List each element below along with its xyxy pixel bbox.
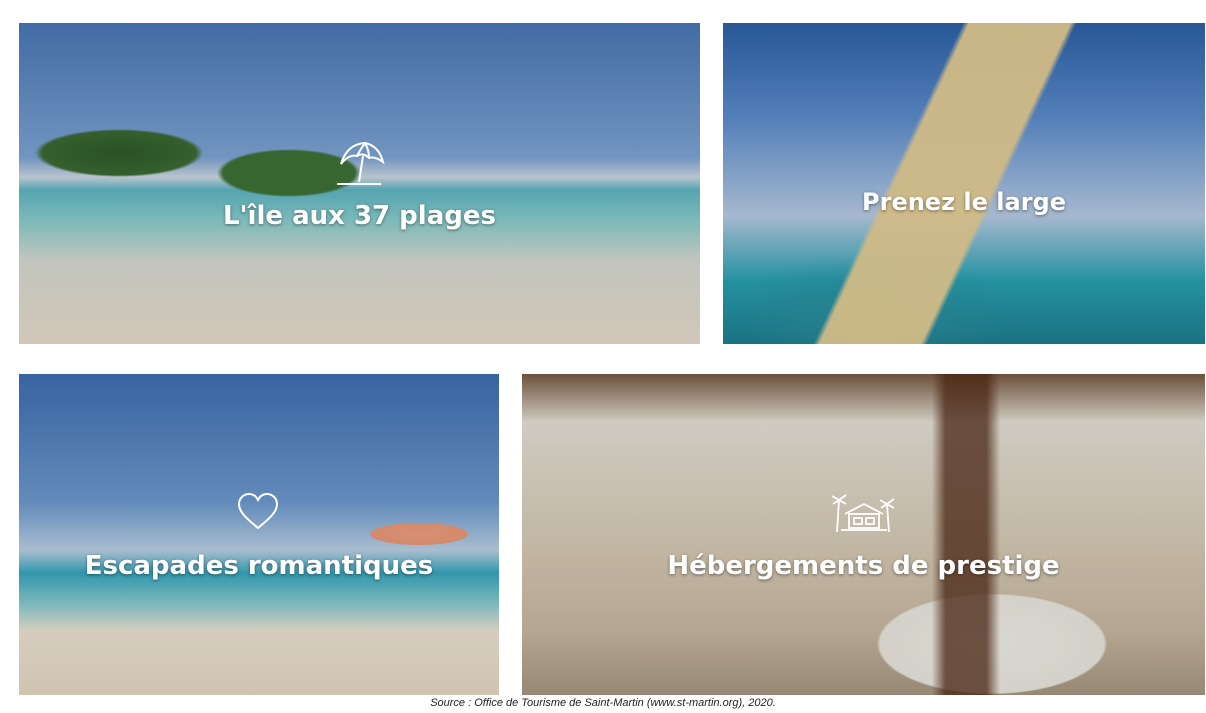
tile-caption: Hébergements de prestige — [667, 551, 1060, 581]
tile-caption: L'île aux 37 plages — [223, 201, 496, 231]
beach-umbrella-icon — [335, 138, 385, 188]
heart-icon — [236, 492, 280, 532]
tile-lodging[interactable]: Hébergements de prestige — [522, 374, 1205, 695]
source-note: Source : Office de Tourisme de Saint-Mar… — [430, 697, 776, 709]
palm-house-icon — [831, 492, 897, 532]
tile-beaches[interactable]: L'île aux 37 plages — [19, 23, 700, 344]
tile-romantic[interactable]: Escapades romantiques — [19, 374, 499, 695]
tile-sailing[interactable]: Prenez le large — [723, 23, 1205, 344]
tile-caption: Escapades romantiques — [84, 551, 434, 581]
tile-caption: Prenez le large — [862, 188, 1066, 216]
